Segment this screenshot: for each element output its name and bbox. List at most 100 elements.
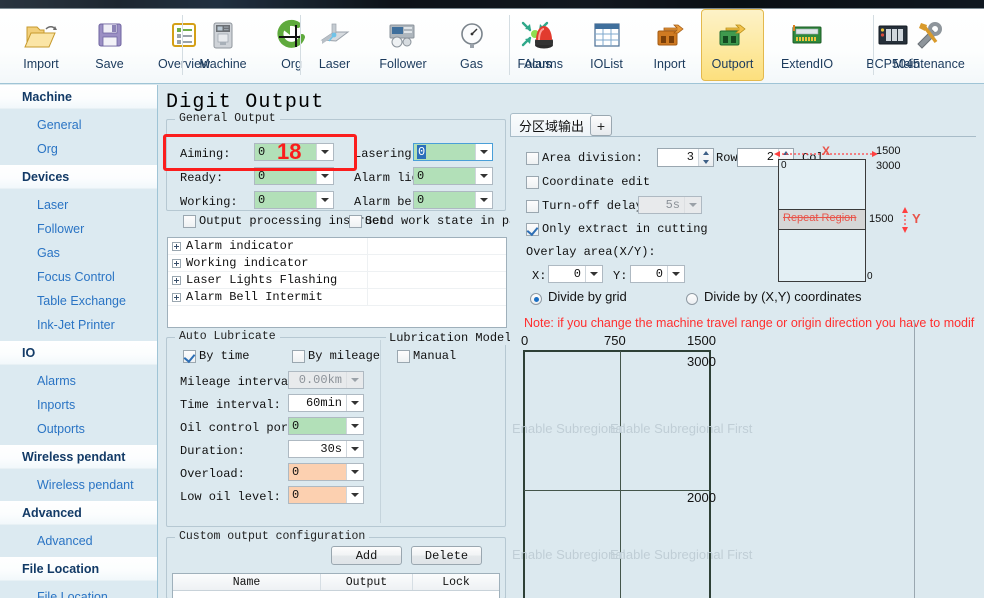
table-row[interactable]: Alarm indicator (168, 238, 506, 255)
sidebar-header-wireless-pendant[interactable]: Wireless pendant (0, 445, 157, 469)
ribbon-button-follower[interactable]: Follower (366, 9, 440, 81)
sidebar-item-file-location[interactable]: File Location (0, 585, 157, 598)
chevron-down-icon[interactable] (684, 197, 701, 213)
expand-plus-icon[interactable] (172, 276, 181, 285)
by-time-checkbox[interactable] (183, 350, 196, 363)
table-row[interactable]: Laser Lights Flashing (168, 272, 506, 289)
mileage-interval-combo[interactable]: 0.00km (288, 371, 364, 389)
turn-off-delay-combo[interactable]: 5s (638, 196, 702, 214)
alarm-bell-combo[interactable]: 0 (413, 191, 493, 209)
tree-cell-name[interactable]: Alarm Bell Intermit (168, 289, 368, 305)
manual-checkbox[interactable] (397, 350, 410, 363)
ribbon-button-extendio[interactable]: ExtendIO (764, 9, 850, 81)
duration-combo[interactable]: 30s (288, 440, 364, 458)
subregion-diagram[interactable]: 0 750 1500 3000 2000 Enable Subregional … (510, 333, 976, 598)
ribbon-button-import[interactable]: Import (4, 9, 78, 81)
sidebar-header-advanced[interactable]: Advanced (0, 501, 157, 525)
chevron-down-icon[interactable] (475, 192, 492, 208)
chevron-down-icon[interactable] (475, 168, 492, 184)
sidebar-header-devices[interactable]: Devices (0, 165, 157, 189)
ribbon-button-gas[interactable]: Gas (440, 9, 503, 81)
tree-cell-name[interactable]: Laser Lights Flashing (168, 272, 368, 288)
expand-plus-icon[interactable] (172, 293, 181, 302)
chevron-down-icon[interactable] (346, 464, 363, 480)
divide-by-grid-radio[interactable] (530, 293, 542, 305)
alarm-light-combo[interactable]: 0 (413, 167, 493, 185)
sidebar-item-wireless-pendant[interactable]: Wireless pendant (0, 473, 157, 497)
delete-button[interactable]: Delete (411, 546, 482, 565)
sidebar-header-io[interactable]: IO (0, 341, 157, 365)
add-tab-button[interactable]: + (590, 115, 612, 136)
sidebar-item-table-exchange[interactable]: Table Exchange (0, 289, 157, 313)
sidebar-item-general[interactable]: General (0, 113, 157, 137)
chevron-down-icon[interactable] (475, 144, 492, 160)
ribbon-button-alarms[interactable]: Alarms (512, 9, 575, 81)
area-division-checkbox[interactable] (526, 152, 539, 165)
sidebar-item-outports[interactable]: Outports (0, 417, 157, 441)
by-mileage-checkbox[interactable] (292, 350, 305, 363)
rows-stepper[interactable] (698, 149, 713, 166)
table-row[interactable]: Alarm Bell Intermit (168, 289, 506, 306)
sidebar-item-gas[interactable]: Gas (0, 241, 157, 265)
chevron-down-icon[interactable] (346, 487, 363, 503)
lasering-combo[interactable]: 0 (413, 143, 493, 161)
oil-control-port-combo[interactable]: 0 (288, 417, 364, 435)
sidebar-navigation[interactable]: Machine General Org Devices Laser Follow… (0, 85, 158, 598)
ribbon-button-laser[interactable]: Laser (303, 9, 366, 81)
divide-by-xy-radio[interactable] (686, 293, 698, 305)
chevron-down-icon[interactable] (316, 144, 333, 160)
expand-plus-icon[interactable] (172, 242, 181, 251)
tree-row-label: Working indicator (186, 256, 308, 270)
chevron-down-icon[interactable] (316, 192, 333, 208)
column-header-name[interactable]: Name (173, 574, 321, 590)
add-button[interactable]: Add (331, 546, 402, 565)
tree-cell-name[interactable]: Working indicator (168, 255, 368, 271)
column-header-lock[interactable]: Lock (413, 574, 499, 590)
chevron-down-icon[interactable] (346, 418, 363, 434)
overlay-y-combo[interactable]: 0 (630, 265, 685, 283)
ribbon-button-maintenance[interactable]: Maintenance (876, 9, 982, 81)
sidebar-item-alarms[interactable]: Alarms (0, 369, 157, 393)
low-oil-level-combo[interactable]: 0 (288, 486, 364, 504)
coordinate-edit-checkbox[interactable] (526, 176, 539, 189)
ribbon-button-save[interactable]: Save (78, 9, 141, 81)
ready-combo[interactable]: 0 (254, 167, 334, 185)
sidebar-item-org[interactable]: Org (0, 137, 157, 161)
sidebar-item-follower[interactable]: Follower (0, 217, 157, 241)
tab-subregional-output[interactable]: 分区域输出 (510, 113, 593, 136)
ribbon-button-iolist[interactable]: IOList (575, 9, 638, 81)
sidebar-item-advanced[interactable]: Advanced (0, 529, 157, 553)
sidebar-item-ink-jet-printer[interactable]: Ink-Jet Printer (0, 313, 157, 337)
time-interval-combo[interactable]: 60min (288, 394, 364, 412)
tree-cell-name[interactable]: Alarm indicator (168, 238, 368, 254)
ribbon-button-machine[interactable]: Machine (186, 9, 260, 81)
sidebar-header-machine[interactable]: Machine (0, 85, 157, 109)
overlay-x-combo[interactable]: 0 (548, 265, 603, 283)
chevron-down-icon[interactable] (585, 266, 602, 282)
ribbon-button-label: Laser (319, 57, 350, 71)
sidebar-header-file-location[interactable]: File Location (0, 557, 157, 581)
send-work-state-checkbox[interactable] (349, 215, 362, 228)
sidebar-item-inports[interactable]: Inports (0, 393, 157, 417)
custom-output-table[interactable]: Name Output Lock (172, 573, 500, 598)
expand-plus-icon[interactable] (172, 259, 181, 268)
aiming-combo[interactable]: 0 (254, 143, 334, 161)
only-extract-checkbox[interactable] (526, 223, 539, 236)
output-processing-instruct-checkbox[interactable] (183, 215, 196, 228)
working-combo[interactable]: 0 (254, 191, 334, 209)
table-row[interactable]: Working indicator (168, 255, 506, 272)
sidebar-item-laser[interactable]: Laser (0, 193, 157, 217)
overload-combo[interactable]: 0 (288, 463, 364, 481)
chevron-down-icon[interactable] (667, 266, 684, 282)
indicator-tree-list[interactable]: Alarm indicator Working indicator Laser … (167, 237, 507, 328)
turn-off-delay-checkbox[interactable] (526, 200, 539, 213)
chevron-down-icon[interactable] (346, 372, 363, 388)
sidebar-item-focus-control[interactable]: Focus Control (0, 265, 157, 289)
column-header-output[interactable]: Output (321, 574, 413, 590)
chevron-down-icon[interactable] (346, 441, 363, 457)
area-division-rows-spinner[interactable]: 3 (657, 148, 714, 167)
ribbon-button-inport[interactable]: Inport (638, 9, 701, 81)
ribbon-button-outport[interactable]: Outport (701, 9, 764, 81)
chevron-down-icon[interactable] (346, 395, 363, 411)
chevron-down-icon[interactable] (316, 168, 333, 184)
